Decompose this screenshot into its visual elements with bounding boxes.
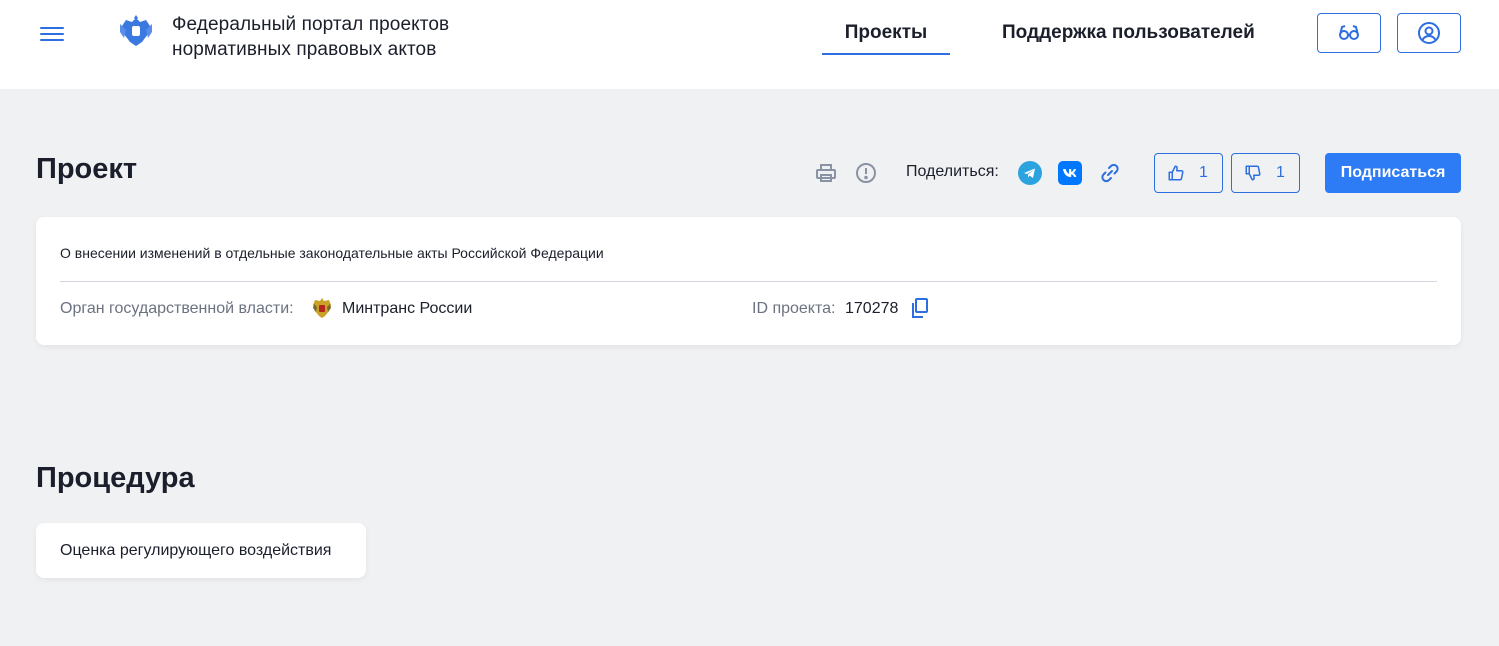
portal-title-line1: Федеральный портал проектов	[172, 14, 450, 35]
organ-label: Орган государственной власти:	[60, 300, 294, 317]
like-count: 1	[1199, 164, 1208, 181]
user-icon	[1418, 22, 1440, 44]
procedure-stage: Оценка регулирующего воздействия	[60, 541, 332, 559]
portal-title-line2: нормативных правовых актов	[172, 39, 437, 60]
site-header: Федеральный портал проектов нормативных …	[0, 0, 1499, 89]
user-account-button[interactable]	[1397, 13, 1461, 53]
project-id-label: ID проекта:	[752, 300, 836, 317]
print-icon[interactable]	[814, 161, 838, 185]
organ-value: Минтранс России	[342, 300, 473, 317]
procedure-stage-card[interactable]: Оценка регулирующего воздействия	[36, 523, 366, 578]
accessibility-button[interactable]	[1317, 13, 1381, 53]
dislike-count: 1	[1276, 164, 1285, 181]
share-label: Поделиться:	[906, 163, 999, 180]
subscribe-button[interactable]: Подписаться	[1325, 153, 1461, 193]
nav-support[interactable]: Поддержка пользователей	[1002, 22, 1255, 55]
project-id-value: 170278	[845, 300, 899, 317]
vk-icon[interactable]	[1058, 161, 1082, 185]
nav-projects[interactable]: Проекты	[822, 22, 950, 55]
hamburger-icon[interactable]	[40, 25, 64, 43]
project-heading: Проект	[36, 153, 138, 185]
copy-icon[interactable]	[909, 297, 931, 319]
project-title[interactable]: О внесении изменений в отдельные законод…	[60, 245, 604, 261]
link-icon[interactable]	[1098, 161, 1122, 185]
procedure-heading: Процедура	[36, 462, 195, 494]
dislike-button[interactable]: 1	[1231, 153, 1300, 193]
portal-title[interactable]: Федеральный портал проектов нормативных …	[172, 12, 512, 62]
project-card: О внесении изменений в отдельные законод…	[36, 217, 1461, 345]
thumbs-up-icon	[1168, 165, 1184, 181]
russian-emblem-icon[interactable]	[116, 12, 156, 52]
ministry-emblem-icon	[313, 298, 331, 318]
glasses-icon	[1339, 25, 1359, 40]
warning-icon[interactable]	[854, 161, 878, 185]
thumbs-down-icon	[1245, 165, 1261, 181]
telegram-icon[interactable]	[1018, 161, 1042, 185]
divider	[60, 281, 1437, 282]
like-button[interactable]: 1	[1154, 153, 1223, 193]
